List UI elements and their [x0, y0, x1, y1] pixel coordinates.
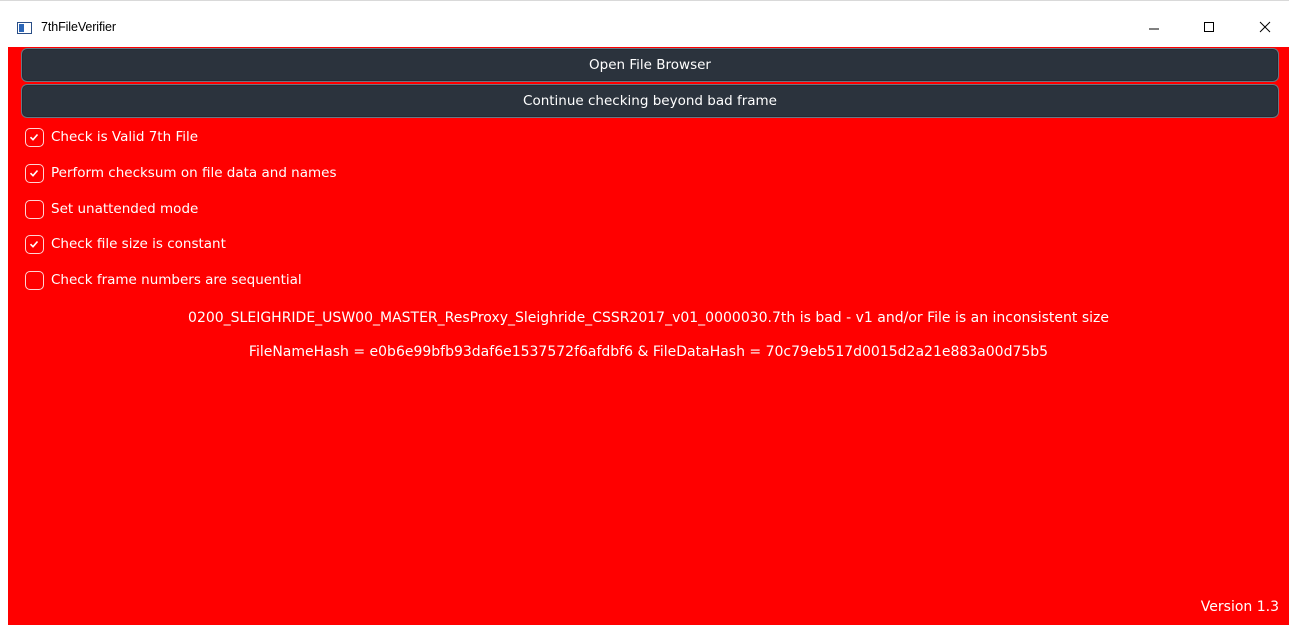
minimize-button[interactable]: [1131, 13, 1177, 43]
option-label: Check frame numbers are sequential: [51, 272, 302, 288]
checkbox[interactable]: [25, 164, 44, 183]
checkmark-icon: [29, 169, 39, 177]
checkbox[interactable]: [25, 271, 44, 290]
option-label: Check is Valid 7th File: [51, 129, 199, 145]
close-button[interactable]: [1242, 13, 1288, 43]
option-label: Check file size is constant: [51, 236, 226, 252]
checkmark-icon: [29, 240, 39, 248]
continue-checking-button[interactable]: Continue checking beyond bad frame: [21, 84, 1279, 118]
hash-message: FileNameHash = e0b6e99bfb93daf6e1537572f…: [248, 344, 1049, 360]
app-window: 7thFileVerifier Open File Browser Contin…: [0, 0, 1289, 625]
result-message: 0200_SLEIGHRIDE_USW00_MASTER_ResProxy_Sl…: [188, 310, 1109, 326]
maximize-icon: [1204, 22, 1214, 32]
main-panel: Open File Browser Continue checking beyo…: [8, 47, 1289, 625]
checkbox[interactable]: [25, 128, 44, 147]
option-label: Perform checksum on file data and names: [51, 165, 337, 181]
maximize-button[interactable]: [1186, 13, 1232, 43]
app-window-icon: [17, 22, 32, 34]
minimize-icon: [1149, 28, 1159, 30]
close-icon: [1259, 21, 1271, 33]
checkbox[interactable]: [25, 235, 44, 254]
title-bar[interactable]: 7thFileVerifier: [0, 0, 1289, 47]
checkbox[interactable]: [25, 200, 44, 219]
version-label: Version 1.3: [1200, 599, 1279, 615]
window-title: 7thFileVerifier: [41, 20, 116, 34]
option-label: Set unattended mode: [51, 201, 199, 217]
open-file-browser-button[interactable]: Open File Browser: [21, 48, 1279, 82]
checkmark-icon: [29, 133, 39, 141]
